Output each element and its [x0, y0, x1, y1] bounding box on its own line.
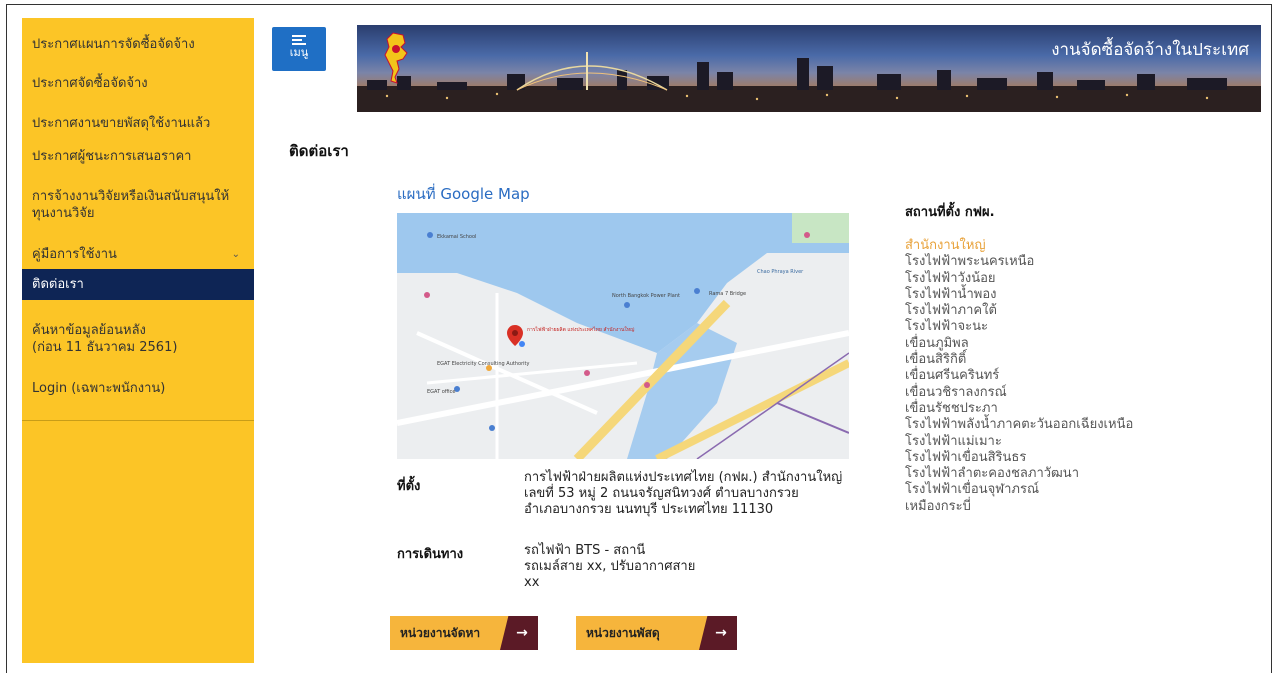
arrow-right-icon: →	[500, 616, 538, 650]
location-item[interactable]: โรงไฟฟ้าแม่เมาะ	[905, 434, 1225, 450]
address-text: การไฟฟ้าฝ่ายผลิตแห่งประเทศไทย (กฟผ.) สำน…	[524, 470, 842, 518]
map-label: EGAT office	[427, 389, 455, 395]
location-item[interactable]: โรงไฟฟ้าลำตะคองชลภาวัฒนา	[905, 466, 1225, 482]
sidebar-item-bid-winners[interactable]: ประกาศผู้ชนะการเสนอราคา	[22, 148, 254, 165]
address-label: ที่ตั้ง	[397, 479, 421, 494]
sidebar-item-label: ประกาศผู้ชนะการเสนอราคา	[32, 149, 192, 164]
sidebar-item-label: (ก่อน 11 ธันวาคม 2561)	[32, 340, 178, 355]
sidebar-item-label: ติดต่อเรา	[32, 277, 84, 292]
location-item[interactable]: เขื่อนรัชชประภา	[905, 401, 1225, 417]
sidebar-item-label: ประกาศจัดซื้อจัดจ้าง	[32, 76, 148, 91]
sidebar-item-procurement-announcement[interactable]: ประกาศจัดซื้อจัดจ้าง	[22, 75, 254, 92]
sidebar-item-used-supplies-sale[interactable]: ประกาศงานขายพัสดุใช้งานแล้ว	[22, 115, 254, 132]
hamburger-icon	[292, 35, 306, 45]
location-item[interactable]: โรงไฟฟ้าเขื่อนจุฬาภรณ์	[905, 482, 1225, 498]
sidebar-item-label: ค้นหาข้อมูลย้อนหลัง	[32, 323, 146, 338]
location-item[interactable]: โรงไฟฟ้าน้ำพอง	[905, 287, 1225, 303]
location-item[interactable]: โรงไฟฟ้าภาคใต้	[905, 303, 1225, 319]
sidebar-item-login[interactable]: Login (เฉพาะพนักงาน)	[22, 380, 254, 397]
location-item[interactable]: เขื่อนวชิราลงกรณ์	[905, 385, 1225, 401]
map-label: Rama 7 Bridge	[709, 291, 746, 297]
location-item[interactable]: เขื่อนสิริกิติ์	[905, 352, 1225, 368]
sidebar-item-research-funding[interactable]: การจ้างงานวิจัยหรือเงินสนับสนุนให้ ทุนงา…	[22, 188, 254, 222]
sidebar-divider	[22, 420, 254, 421]
map-label: EGAT Electricity Consulting Authority	[437, 361, 529, 367]
location-item[interactable]: เขื่อนภูมิพล	[905, 336, 1225, 352]
locations-list: สำนักงานใหญ่ โรงไฟฟ้าพระนครเหนือ โรงไฟฟ้…	[905, 238, 1225, 515]
travel-line: รถเมล์สาย xx, ปรับอากาศสาย	[524, 559, 696, 574]
map-label: Chao Phraya River	[757, 269, 804, 275]
sidebar-item-history-search[interactable]: ค้นหาข้อมูลย้อนหลัง (ก่อน 11 ธันวาคม 256…	[22, 322, 254, 356]
sidebar-item-label: ประกาศแผนการจัดซื้อจัดจ้าง	[32, 37, 195, 52]
location-item[interactable]: เหมืองกระบี่	[905, 499, 1225, 515]
locations-heading: สถานที่ตั้ง กฟผ.	[905, 205, 995, 220]
sidebar-nav: ประกาศแผนการจัดซื้อจัดจ้าง ประกาศจัดซื้อ…	[22, 18, 254, 663]
address-line: อำเภอบางกรวย นนทบุรี ประเทศไทย 11130	[524, 502, 774, 517]
map-title: แผนที่ Google Map	[397, 185, 530, 203]
location-item[interactable]: โรงไฟฟ้าพลังน้ำภาคตะวันออกเฉียงเหนือ	[905, 417, 1225, 433]
sidebar-item-label: Login (เฉพาะพนักงาน)	[32, 381, 166, 396]
location-item[interactable]: โรงไฟฟ้าพระนครเหนือ	[905, 254, 1225, 270]
sidebar-item-contact[interactable]: ติดต่อเรา	[22, 269, 254, 300]
map-label: Ekkamai School	[437, 234, 476, 240]
google-map[interactable]: Ekkamai School North Bangkok Power Plant…	[397, 213, 849, 459]
banner-title: งานจัดซื้อจัดจ้างในประเทศ	[1051, 40, 1249, 60]
location-item[interactable]: โรงไฟฟ้าเขื่อนสิรินธร	[905, 450, 1225, 466]
sidebar-item-label: คู่มือการใช้งาน	[32, 247, 117, 262]
location-item-headquarters[interactable]: สำนักงานใหญ่	[905, 238, 1225, 254]
button-label: หน่วยงานพัสดุ	[586, 626, 660, 640]
travel-line: xx	[524, 575, 540, 590]
thailand-map-logo-icon	[384, 32, 408, 84]
chevron-down-icon: ⌄	[231, 249, 240, 260]
location-item[interactable]: เขื่อนศรีนครินทร์	[905, 368, 1225, 384]
location-item[interactable]: โรงไฟฟ้าวังน้อย	[905, 271, 1225, 287]
travel-label: การเดินทาง	[397, 547, 464, 562]
menu-button[interactable]: เมนู	[272, 27, 326, 71]
sidebar-item-label: ประกาศงานขายพัสดุใช้งานแล้ว	[32, 116, 211, 131]
sidebar-item-label: การจ้างงานวิจัยหรือเงินสนับสนุนให้	[32, 189, 230, 204]
sidebar-item-procurement-plan[interactable]: ประกาศแผนการจัดซื้อจัดจ้าง	[22, 36, 254, 53]
address-line: การไฟฟ้าฝ่ายผลิตแห่งประเทศไทย (กฟผ.) สำน…	[524, 470, 843, 485]
header-banner: งานจัดซื้อจัดจ้างในประเทศ	[357, 25, 1261, 112]
sidebar-item-user-manual[interactable]: คู่มือการใช้งาน ⌄	[22, 246, 254, 263]
procurement-unit-button[interactable]: หน่วยงานจัดหา →	[390, 616, 538, 650]
travel-line: รถไฟฟ้า BTS - สถานี	[524, 543, 646, 558]
sidebar-item-label: ทุนงานวิจัย	[32, 206, 95, 221]
button-label: หน่วยงานจัดหา	[400, 626, 481, 640]
map-label: การไฟฟ้าฝ่ายผลิต แห่งประเทศไทย สำนักงานใ…	[527, 326, 634, 333]
page-title: ติดต่อเรา	[289, 142, 349, 160]
menu-button-label: เมนู	[289, 46, 309, 59]
arrow-right-icon: →	[699, 616, 737, 650]
map-label: North Bangkok Power Plant	[612, 293, 680, 299]
travel-text: รถไฟฟ้า BTS - สถานี รถเมล์สาย xx, ปรับอา…	[524, 543, 695, 591]
map-graphic: Ekkamai School North Bangkok Power Plant…	[397, 213, 849, 459]
address-line: เลขที่ 53 หมู่ 2 ถนนจรัญสนิทวงศ์ ตำบลบาง…	[524, 486, 799, 501]
location-item[interactable]: โรงไฟฟ้าจะนะ	[905, 319, 1225, 335]
supplies-unit-button[interactable]: หน่วยงานพัสดุ →	[576, 616, 737, 650]
